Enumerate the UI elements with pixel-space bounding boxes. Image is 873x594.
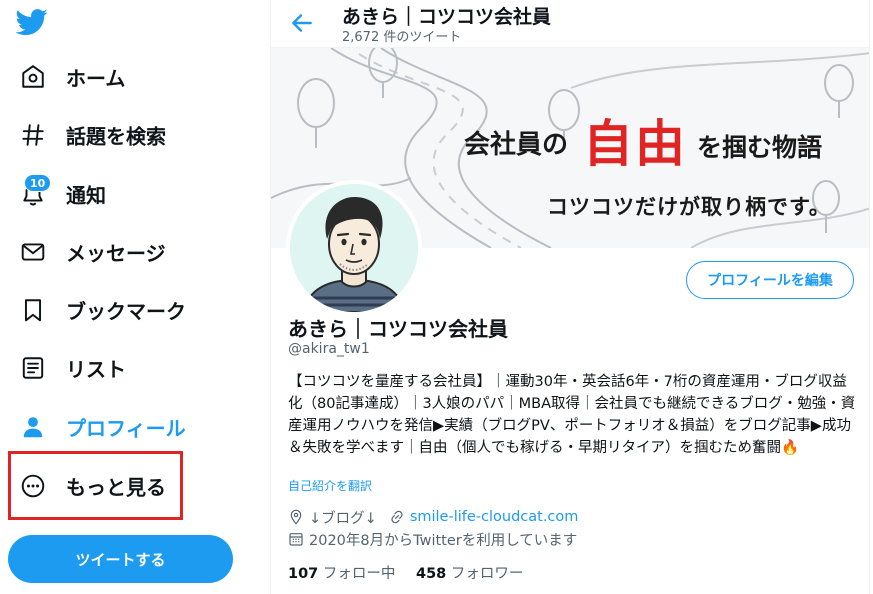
more-circle-icon [21,474,45,498]
profile-header-bar: あきら｜コツコツ会社員 2,672 件のツイート [271,0,869,48]
profile-joined-row: 2020年8月からTwitterを利用しています [288,529,577,549]
following-count: 107 [288,566,319,582]
home-icon [22,65,44,88]
header-title: あきら｜コツコツ会社員 [342,6,552,28]
nav-home[interactable]: ホーム [8,49,258,105]
profile-bio: 【コツコツを量産する会社員】｜運動30年・英会話6年・7桁の資産運用・ブログ収益… [288,374,856,456]
nav-bookmarks[interactable]: ブックマーク [8,282,258,338]
calendar-icon [289,533,303,546]
follow-stats: 107 フォロー中 458 フォロワー [288,562,523,583]
banner-text-2: コツコツだけが取り柄です。 [547,195,831,219]
profile-column: あきら｜コツコツ会社員 2,672 件のツイート 会社員の 自由 を掴む物語 コ… [270,0,870,594]
followers-count: 458 [416,566,447,582]
edit-profile-button[interactable]: プロフィールを編集 [686,261,854,299]
tweet-button[interactable]: ツイートする [8,535,233,583]
banner-text-1: 会社員の [464,130,569,160]
sidebar-nav: ホーム 話題を検索 10 通知 メッセージ ブックマーク リスト プロフィール … [0,0,270,594]
nav-notifications-label: 通知 [66,183,106,208]
link-icon [391,510,403,524]
banner-emphasis-text: 自由 [583,115,687,173]
notification-count-badge: 10 [24,174,52,192]
nav-notifications[interactable]: 10 通知 [8,166,258,222]
twitter-bird-icon[interactable] [16,6,48,38]
following-label: フォロー中 [322,566,396,582]
nav-explore-label: 話題を検索 [66,124,166,149]
translate-bio-link[interactable]: 自己紹介を翻訳 [288,477,372,494]
nav-home-label: ホーム [66,66,126,91]
profile-website-link[interactable]: smile-life-cloudcat.com [410,509,579,525]
nav-profile[interactable]: プロフィール [8,399,258,455]
location-pin-icon [290,509,302,525]
followers-link[interactable]: 458 フォロワー [416,566,523,582]
hashtag-icon [22,124,44,146]
avatar[interactable] [286,180,422,316]
profile-handle: @akira_tw1 [288,341,370,357]
banner-text-1b: を掴む物語 [697,133,823,162]
bookmark-icon [24,299,42,322]
list-icon [22,357,44,379]
back-arrow-icon[interactable] [289,10,315,36]
envelope-icon [21,243,45,261]
profile-meta-links: ↓ブログ↓ smile-life-cloudcat.com [288,507,578,527]
nav-explore[interactable]: 話題を検索 [8,107,258,163]
person-icon [23,417,43,438]
followers-label: フォロワー [450,566,524,582]
tweet-count: 2,672 件のツイート [342,30,462,45]
nav-profile-label: プロフィール [66,416,186,441]
nav-messages[interactable]: メッセージ [8,224,258,280]
nav-messages-label: メッセージ [66,241,166,266]
avatar-illustration [290,184,418,312]
nav-bookmarks-label: ブックマーク [66,299,186,324]
following-link[interactable]: 107 フォロー中 [288,566,395,582]
profile-name: あきら｜コツコツ会社員 [288,317,508,341]
nav-more-label: もっと見る [66,475,166,500]
nav-more[interactable]: もっと見る [8,458,258,514]
profile-location: ↓ブログ↓ [309,510,377,527]
nav-lists-label: リスト [66,357,126,382]
nav-lists[interactable]: リスト [8,340,258,396]
profile-joined-date: 2020年8月からTwitterを利用しています [309,532,578,549]
